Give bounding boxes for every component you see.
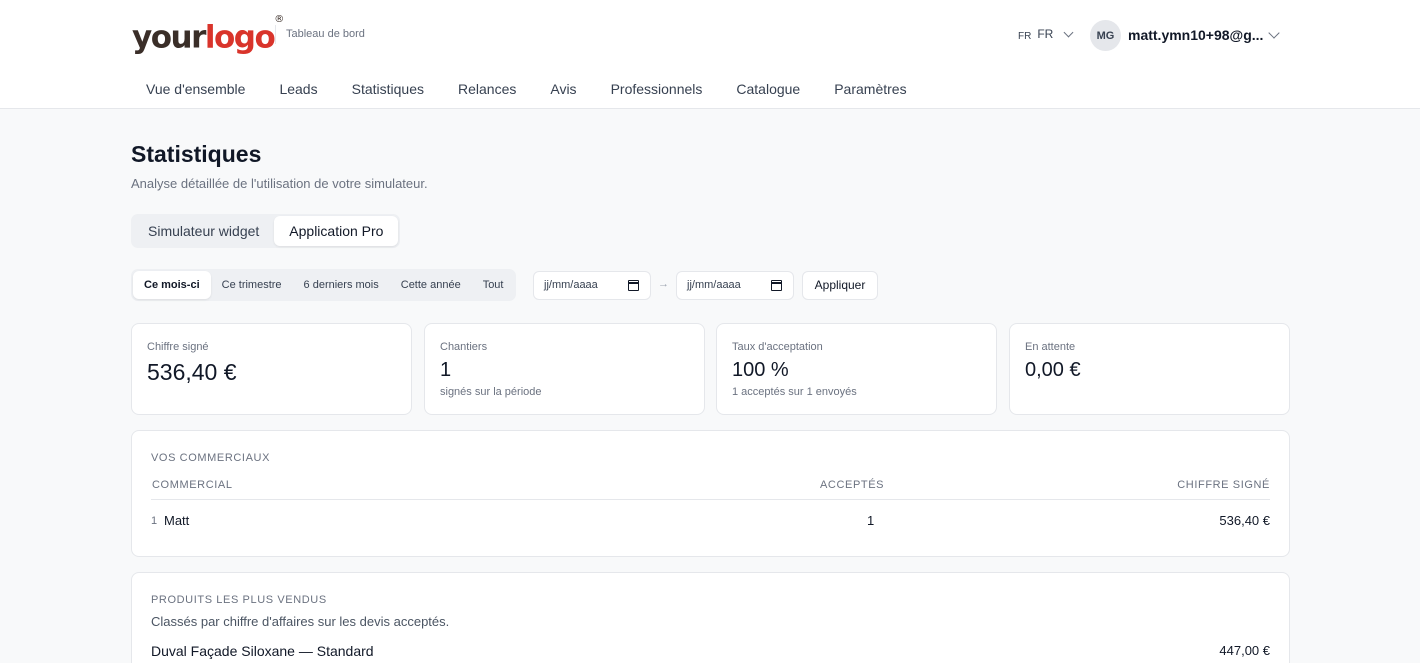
section-title: VOS COMMERCIAUX [151,452,271,464]
nav-item-avis[interactable]: Avis [536,74,590,105]
logo-logo-text: logo [204,19,276,56]
chevron-down-icon [1063,27,1074,37]
period-all[interactable]: Tout [472,271,515,299]
user-email[interactable]: matt.ymn10+98@g... [1128,27,1263,43]
source-tabs: Simulateur widget Application Pro [131,214,401,248]
kpi-value: 100 % [732,359,789,381]
period-this-year[interactable]: Cette année [390,271,472,299]
logo-your-text: your [132,19,206,56]
table-divider [151,499,1270,500]
logo-registered-mark: ® [274,14,284,25]
main-nav: Vue d'ensemble Leads Statistiques Relanc… [132,74,927,109]
user-menu-chevron-icon[interactable] [1268,27,1280,39]
column-header-chiffre-signe: CHIFFRE SIGNÉ [1177,479,1270,491]
kpi-value: 1 [440,359,452,381]
period-this-quarter[interactable]: Ce trimestre [211,271,293,299]
tab-application-pro[interactable]: Application Pro [274,216,399,246]
section-subtitle: Classés par chiffre d'affaires sur les d… [151,614,450,629]
page-title: Statistiques [131,141,262,167]
row-acceptes: 1 [867,513,875,528]
date-from-input[interactable]: jj/mm/aaaa [533,271,651,300]
header-divider [275,25,276,44]
column-header-acceptes: ACCEPTÉS [820,479,885,491]
tab-simulateur-widget[interactable]: Simulateur widget [133,216,274,246]
row-commercial-name: Matt [164,513,190,528]
kpi-note: 1 acceptés sur 1 envoyés [732,386,857,398]
language-flag-icon: FR [1018,30,1032,42]
kpi-label: En attente [1025,341,1076,353]
row-rank: 1 [151,515,158,527]
nav-item-leads[interactable]: Leads [265,74,331,105]
avatar[interactable]: MG [1090,20,1121,51]
top-bar: yourlogo® Tableau de bord FR FR MG matt.… [0,0,1420,109]
period-filter: Ce mois-ci Ce trimestre 6 derniers mois … [131,269,517,301]
produits-panel: PRODUITS LES PLUS VENDUS Classés par chi… [131,572,1290,663]
nav-item-overview[interactable]: Vue d'ensemble [132,74,259,105]
kpi-label: Chiffre signé [147,341,209,353]
date-range-arrow: → [658,278,669,290]
kpi-value: 0,00 € [1025,359,1081,381]
date-to-input[interactable]: jj/mm/aaaa [676,271,794,300]
period-this-month[interactable]: Ce mois-ci [133,271,211,299]
kpi-note: signés sur la période [440,386,542,398]
calendar-icon[interactable] [771,280,782,291]
language-code: FR [1037,27,1054,41]
kpi-card-en-attente: En attente 0,00 € [1009,323,1290,415]
language-selector[interactable]: FR FR [1018,27,1074,42]
kpi-card-chantiers: Chantiers 1 signés sur la période [424,323,705,415]
date-from-placeholder: jj/mm/aaaa [544,279,598,291]
nav-item-relances[interactable]: Relances [444,74,530,105]
period-last-6-months[interactable]: 6 derniers mois [293,271,390,299]
kpi-card-chiffre-signe: Chiffre signé 536,40 € [131,323,412,415]
date-to-placeholder: jj/mm/aaaa [687,279,741,291]
nav-item-catalogue[interactable]: Catalogue [722,74,814,105]
kpi-value: 536,40 € [147,359,237,385]
nav-item-parametres[interactable]: Paramètres [820,74,920,105]
kpi-card-taux-acceptation: Taux d'acceptation 100 % 1 acceptés sur … [716,323,997,415]
page-subtitle: Analyse détaillée de l'utilisation de vo… [131,176,428,191]
section-title: PRODUITS LES PLUS VENDUS [151,594,327,606]
column-header-commercial: COMMERCIAL [152,479,233,491]
kpi-label: Taux d'acceptation [732,341,823,353]
calendar-icon[interactable] [628,280,639,291]
commerciaux-panel: VOS COMMERCIAUX COMMERCIAL ACCEPTÉS CHIF… [131,430,1290,557]
nav-item-statistiques[interactable]: Statistiques [338,74,438,105]
row-chiffre-signe: 536,40 € [1219,513,1270,528]
product-revenue: 447,00 € [1219,643,1270,658]
kpi-label: Chantiers [440,341,488,353]
product-name: Duval Façade Siloxane — Standard [151,643,374,659]
section-name: Tableau de bord [286,28,365,40]
nav-item-professionnels[interactable]: Professionnels [597,74,717,105]
brand-logo[interactable]: yourlogo® [132,14,284,57]
apply-button[interactable]: Appliquer [802,271,878,300]
